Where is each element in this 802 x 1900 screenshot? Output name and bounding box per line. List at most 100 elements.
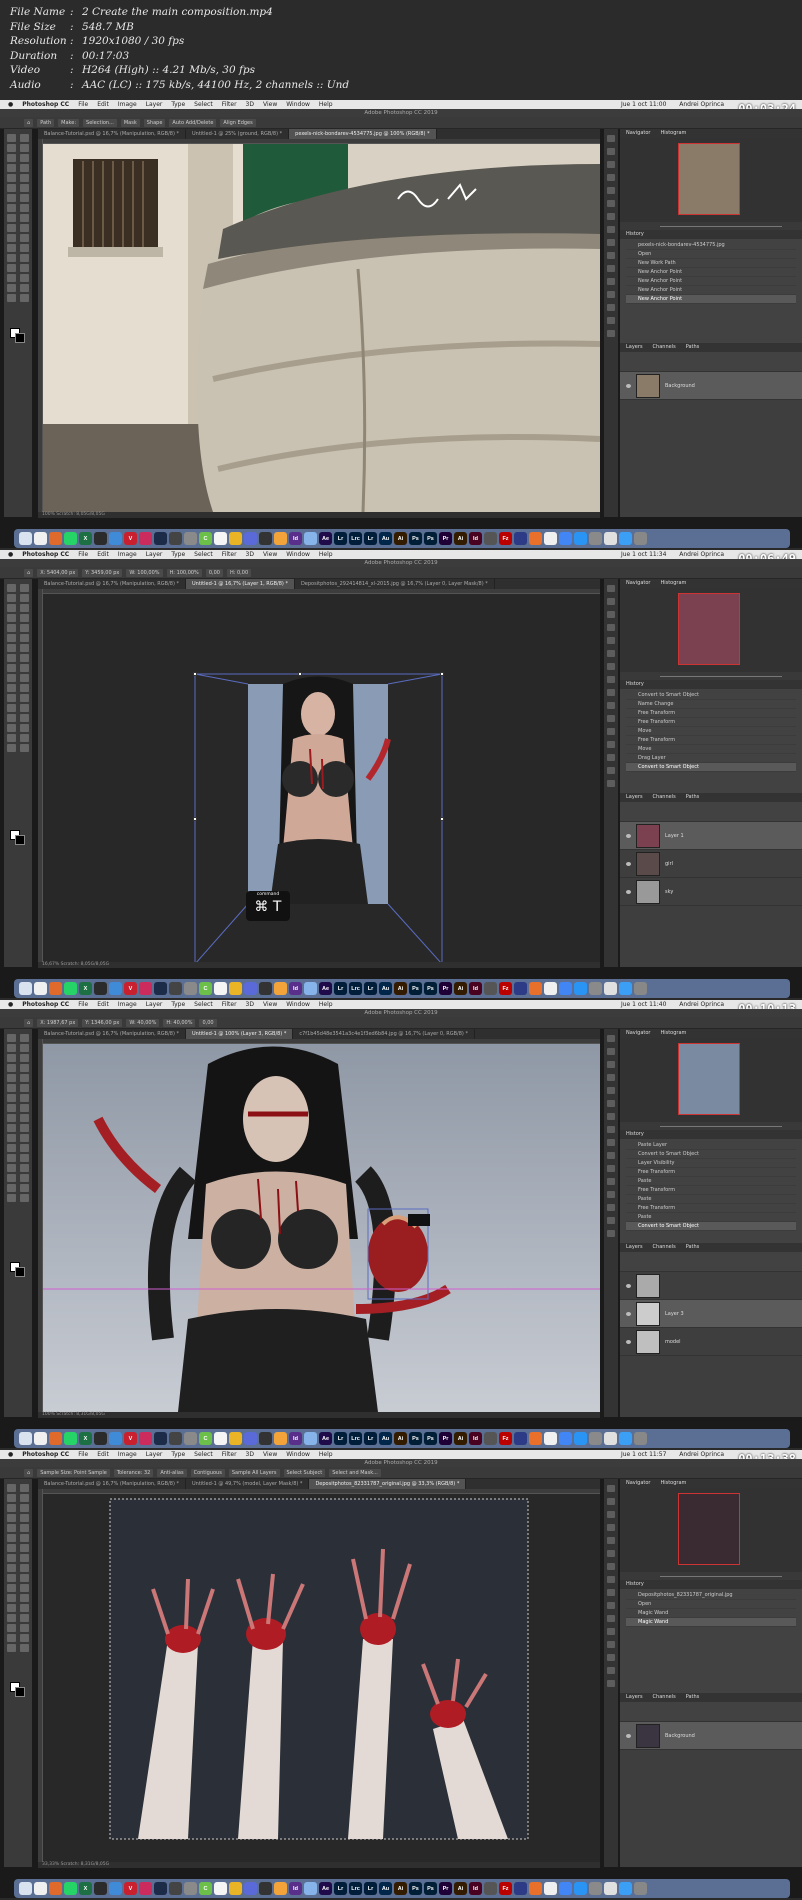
panel-shortcut-icon[interactable] <box>607 1126 615 1133</box>
option-control[interactable]: X: 1987,67 px <box>37 1018 79 1027</box>
panel-shortcut-icon[interactable] <box>607 187 615 194</box>
tool-icon[interactable] <box>7 1103 17 1112</box>
dock-app-icon[interactable] <box>169 1432 182 1445</box>
panel-shortcut-icon[interactable] <box>607 1641 615 1648</box>
history-state[interactable]: Name Change <box>626 700 796 709</box>
tool-icon[interactable] <box>7 173 17 182</box>
dock-app-icon[interactable] <box>589 532 602 545</box>
tab-navigator[interactable]: Navigator <box>626 129 650 138</box>
menu-item[interactable]: Filter <box>222 1000 237 1009</box>
menu-item[interactable]: Layer <box>146 550 163 559</box>
tool-icon[interactable] <box>19 593 29 602</box>
tool-icon[interactable] <box>7 1073 17 1082</box>
dock-app-icon[interactable] <box>529 532 542 545</box>
dock-app-icon[interactable] <box>604 1882 617 1895</box>
tool-icon[interactable] <box>7 1173 17 1182</box>
dock-app-icon[interactable]: X <box>79 1882 92 1895</box>
tool-icon[interactable] <box>19 583 29 592</box>
navigator-thumbnail[interactable] <box>678 593 740 665</box>
tool-icon[interactable] <box>19 613 29 622</box>
dock-app-icon[interactable]: Lr <box>334 532 347 545</box>
tool-icon[interactable] <box>19 683 29 692</box>
menu-item[interactable]: 3D <box>246 1000 254 1009</box>
panel-shortcut-icon[interactable] <box>607 1602 615 1609</box>
dock-app-icon[interactable]: Ai <box>454 1432 467 1445</box>
layer-row[interactable]: Layer 1 <box>620 822 802 850</box>
dock-app-icon[interactable] <box>34 1432 47 1445</box>
tab-channels[interactable]: Channels <box>653 793 676 802</box>
dock-app-icon[interactable]: Ps <box>409 532 422 545</box>
tool-icon[interactable] <box>19 1183 29 1192</box>
dock-app-icon[interactable] <box>169 982 182 995</box>
menu-item[interactable]: Help <box>319 1000 333 1009</box>
menu-item[interactable]: Edit <box>97 1450 109 1459</box>
panel-shortcut-icon[interactable] <box>607 148 615 155</box>
transform-handle[interactable] <box>193 817 197 821</box>
tool-icon[interactable] <box>19 1553 29 1562</box>
tool-icon[interactable] <box>19 1593 29 1602</box>
dock-app-icon[interactable] <box>214 1432 227 1445</box>
tool-icon[interactable] <box>19 133 29 142</box>
history-state[interactable]: Layer Visibility <box>626 1159 796 1168</box>
dock-app-icon[interactable]: Au <box>379 982 392 995</box>
tool-icon[interactable] <box>19 1543 29 1552</box>
panel-shortcut-icon[interactable] <box>607 715 615 722</box>
menu-item[interactable]: Select <box>194 100 213 109</box>
dock-app-icon[interactable] <box>634 1432 647 1445</box>
tool-icon[interactable] <box>7 133 17 142</box>
tool-icon[interactable] <box>19 1073 29 1082</box>
history-state[interactable]: Open <box>626 250 796 259</box>
dock-app-icon[interactable] <box>589 1882 602 1895</box>
dock-app-icon[interactable]: Au <box>379 1882 392 1895</box>
dock-app-icon[interactable] <box>169 532 182 545</box>
tool-icon[interactable] <box>19 1173 29 1182</box>
menu-app-name[interactable]: Photoshop CC <box>22 100 69 109</box>
vertical-ruler[interactable] <box>38 1489 43 1862</box>
dock-app-icon[interactable] <box>19 982 32 995</box>
tool-icon[interactable] <box>19 723 29 732</box>
tool-icon[interactable] <box>19 1043 29 1052</box>
menu-item[interactable]: Type <box>171 1000 185 1009</box>
tab-layers[interactable]: Layers <box>626 1693 643 1702</box>
tool-icon[interactable] <box>7 583 17 592</box>
panel-shortcut-icon[interactable] <box>607 663 615 670</box>
tool-icon[interactable] <box>7 1193 17 1202</box>
dock-app-icon[interactable] <box>229 982 242 995</box>
document-canvas[interactable] <box>38 139 600 512</box>
dock-app-icon[interactable]: Ai <box>454 982 467 995</box>
tool-icon[interactable] <box>19 193 29 202</box>
tool-icon[interactable] <box>7 1163 17 1172</box>
dock-app-icon[interactable]: Lr <box>334 1432 347 1445</box>
dock-app-icon[interactable] <box>529 982 542 995</box>
tool-icon[interactable] <box>19 173 29 182</box>
panel-shortcut-icon[interactable] <box>607 1100 615 1107</box>
dock-app-icon[interactable]: Lrc <box>349 982 362 995</box>
layer-controls[interactable] <box>620 1702 802 1722</box>
dock-app-icon[interactable] <box>604 532 617 545</box>
dock-app-icon[interactable] <box>49 1882 62 1895</box>
option-control[interactable]: Tolerance: 32 <box>113 1468 154 1477</box>
tool-icon[interactable] <box>19 1583 29 1592</box>
dock-app-icon[interactable] <box>604 1432 617 1445</box>
dock-app-icon[interactable] <box>574 1882 587 1895</box>
panel-shortcut-icon[interactable] <box>607 174 615 181</box>
menu-item[interactable]: Filter <box>222 550 237 559</box>
dock-app-icon[interactable] <box>604 982 617 995</box>
dock-app-icon[interactable] <box>259 1432 272 1445</box>
menu-item[interactable]: Filter <box>222 100 237 109</box>
panel-shortcut-icon[interactable] <box>607 1087 615 1094</box>
panel-shortcut-icon[interactable] <box>607 278 615 285</box>
tool-icon[interactable] <box>19 203 29 212</box>
tool-icon[interactable] <box>19 1083 29 1092</box>
tool-icon[interactable] <box>7 243 17 252</box>
dock-app-icon[interactable]: Ps <box>409 982 422 995</box>
dock-app-icon[interactable]: Ai <box>454 532 467 545</box>
tool-icon[interactable] <box>19 1613 29 1622</box>
tool-icon[interactable] <box>19 183 29 192</box>
history-state[interactable]: Drag Layer <box>626 754 796 763</box>
dock-app-icon[interactable] <box>514 532 527 545</box>
dock-app-icon[interactable] <box>64 982 77 995</box>
dock-app-icon[interactable] <box>139 532 152 545</box>
panel-shortcut-icon[interactable] <box>607 1113 615 1120</box>
tool-icon[interactable] <box>7 1503 17 1512</box>
